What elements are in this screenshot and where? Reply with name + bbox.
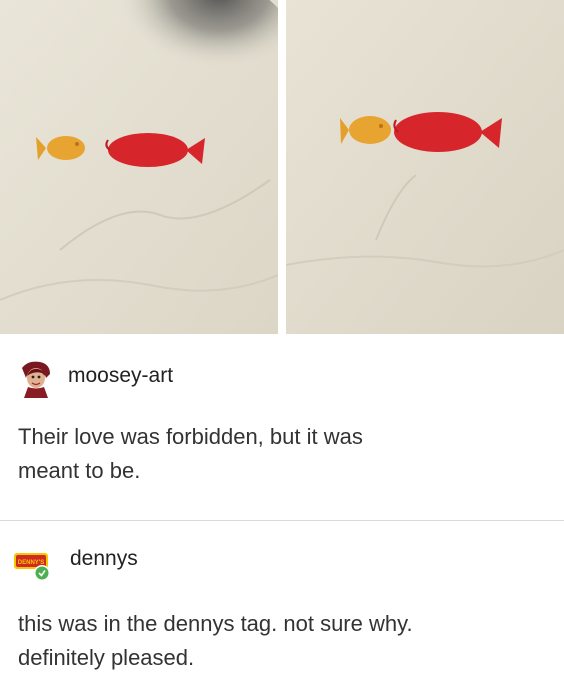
photo-left [0, 0, 278, 334]
post-text-line: Their love was forbidden, but it was [18, 424, 363, 449]
username[interactable]: dennys [70, 547, 138, 571]
post-text-line: this was in the dennys tag. not sure why… [18, 611, 413, 636]
post-text-line: definitely pleased. [18, 645, 195, 670]
post-text-line: meant to be. [18, 458, 141, 483]
image-set [0, 0, 564, 336]
character-avatar-icon[interactable] [16, 358, 56, 398]
dennys-logo-icon[interactable]: DENNY'S [12, 543, 52, 583]
reblog-entry: moosey-art Their love was forbidden, but… [0, 336, 564, 520]
photo-right [286, 0, 564, 334]
photo-left-graphic [0, 0, 278, 334]
post-text: Their love was forbidden, but it was mea… [18, 420, 548, 488]
reblog-entry: DENNY'S dennys this was in the dennys ta… [0, 521, 564, 691]
username[interactable]: moosey-art [68, 364, 173, 388]
photo-right-graphic [286, 0, 564, 334]
post-text: this was in the dennys tag. not sure why… [18, 607, 548, 675]
dennys-logo-text: DENNY'S [18, 560, 44, 566]
